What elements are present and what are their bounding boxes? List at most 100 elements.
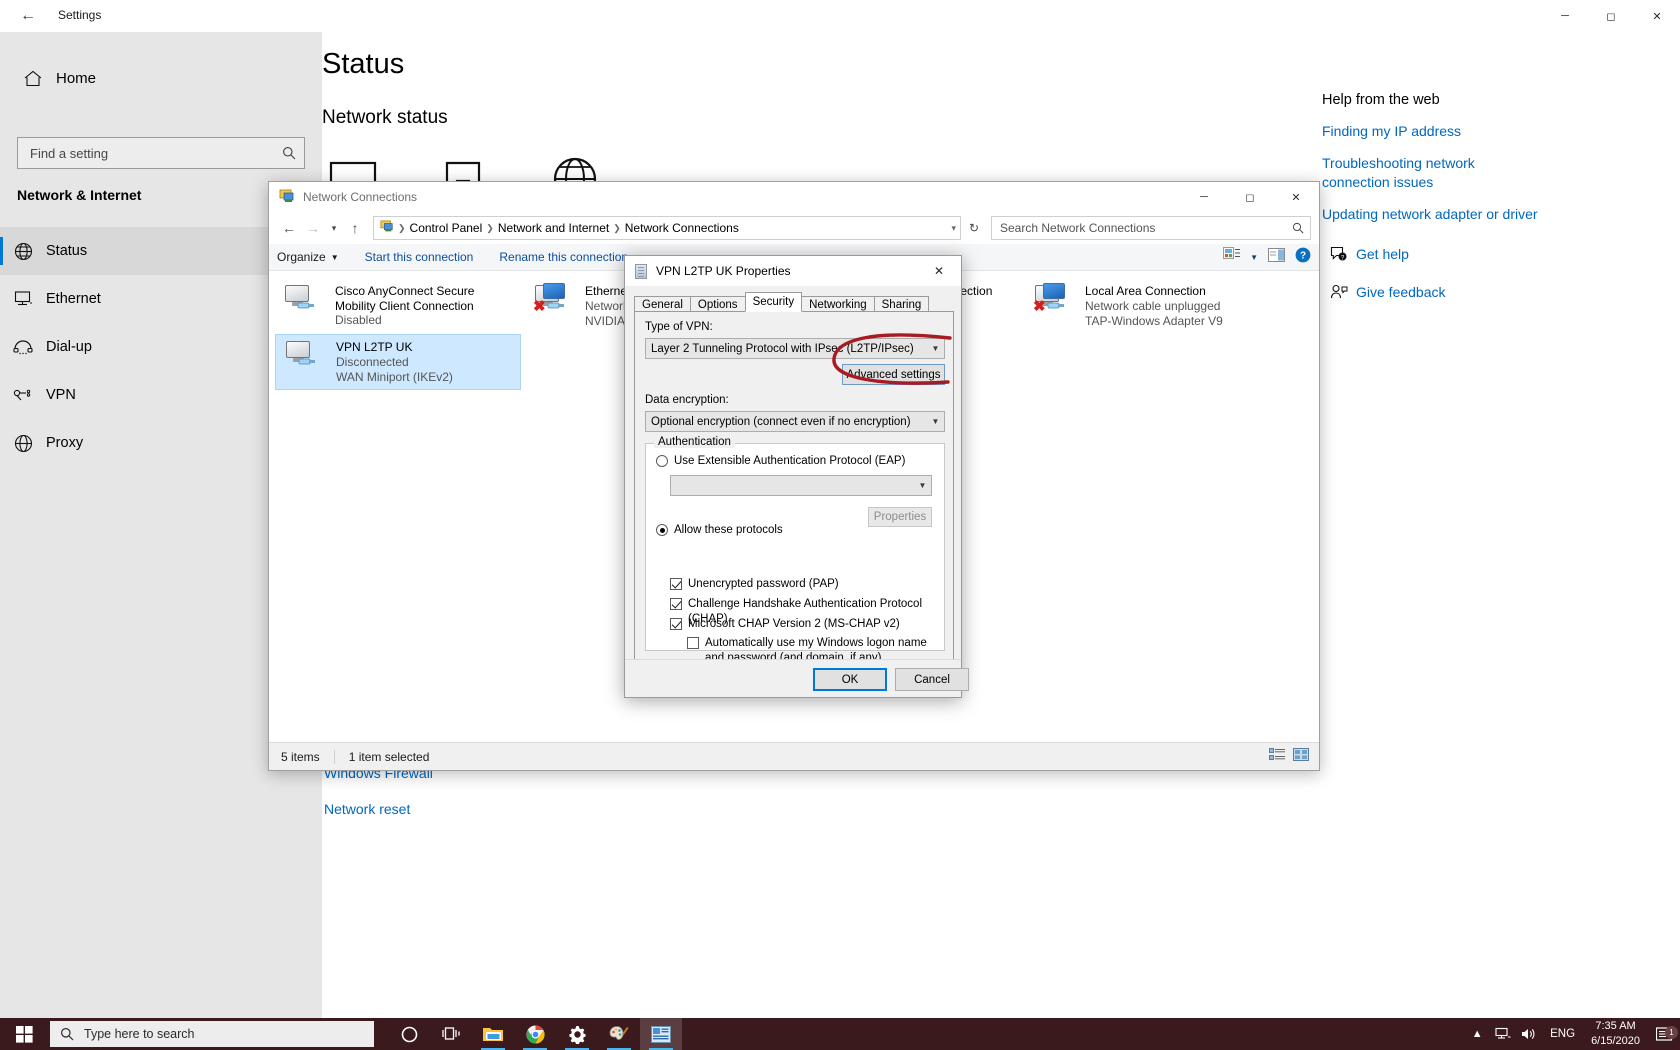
close-icon[interactable]: ✕ — [917, 256, 961, 286]
paint-icon[interactable] — [598, 1018, 640, 1050]
mschapv2-label: Microsoft CHAP Version 2 (MS-CHAP v2) — [688, 618, 900, 630]
sidebar-item-home[interactable]: Home — [10, 58, 310, 98]
error-x-icon: ✖ — [1033, 298, 1046, 315]
refresh-icon[interactable]: ↻ — [961, 216, 987, 240]
mschapv2-checkbox-row[interactable]: Microsoft CHAP Version 2 (MS-CHAP v2) — [670, 617, 900, 632]
sidebar-section-title: Network & Internet — [17, 187, 142, 203]
breadcrumb-network-and-internet[interactable]: Network and Internet — [494, 221, 613, 235]
pap-checkbox-row[interactable]: Unencrypted password (PAP) — [670, 577, 839, 592]
allow-protocols-radio-row[interactable]: Allow these protocols — [656, 523, 783, 538]
help-link-updating-adapter[interactable]: Updating network adapter or driver — [1322, 205, 1582, 224]
data-encryption-select[interactable]: Optional encryption (connect even if no … — [645, 411, 945, 432]
screen: ← Settings ─ ◻ ✕ Home Find a setting Net… — [0, 0, 1680, 1050]
google-chrome-icon[interactable] — [514, 1018, 556, 1050]
chap-checkbox[interactable] — [670, 598, 682, 610]
tab-sharing[interactable]: Sharing — [873, 296, 930, 312]
help-icon[interactable]: ? — [1295, 247, 1311, 268]
file-explorer-icon[interactable] — [472, 1018, 514, 1050]
minimize-icon[interactable]: ─ — [1542, 0, 1588, 32]
windows-start-icon[interactable] — [0, 1018, 48, 1050]
sidebar-item-label: Status — [46, 243, 88, 259]
change-view-icon[interactable] — [1223, 247, 1241, 267]
settings-gear-icon[interactable] — [556, 1018, 598, 1050]
breadcrumb-control-panel[interactable]: Control Panel — [406, 221, 487, 235]
action-center-icon[interactable]: 1 — [1648, 1025, 1680, 1042]
allow-protocols-label: Allow these protocols — [674, 524, 783, 536]
network-connections-icon[interactable] — [640, 1018, 682, 1050]
page-title: Status — [322, 48, 405, 80]
list-item[interactable]: ✖ Local Area Connection Network cable un… — [1025, 279, 1271, 335]
selection-count: 1 item selected — [348, 749, 430, 764]
help-link-finding-ip[interactable]: Finding my IP address — [1322, 122, 1582, 141]
pap-checkbox[interactable] — [670, 578, 682, 590]
give-feedback-row[interactable]: Give feedback — [1322, 284, 1582, 300]
connection-status: Disabled — [335, 313, 382, 328]
chevron-down-icon[interactable]: ▾ — [325, 216, 343, 240]
tab-security[interactable]: Security — [744, 292, 803, 312]
search-placeholder: Search Network Connections — [1000, 221, 1156, 235]
breadcrumb[interactable]: ❯ Control Panel ❯ Network and Internet ❯… — [373, 216, 961, 240]
ok-button[interactable]: OK — [813, 668, 887, 691]
eap-radio[interactable] — [656, 455, 668, 467]
start-connection-button[interactable]: Start this connection — [365, 250, 474, 264]
type-of-vpn-select[interactable]: Layer 2 Tunneling Protocol with IPsec (L… — [645, 338, 945, 359]
organize-menu-button[interactable]: Organize ▼ — [277, 250, 339, 264]
volume-icon[interactable] — [1516, 1027, 1542, 1041]
mschapv2-checkbox[interactable] — [670, 618, 682, 630]
error-x-icon: ✖ — [533, 298, 546, 315]
auto-logon-checkbox[interactable] — [687, 637, 699, 649]
search-input[interactable]: Search Network Connections — [991, 216, 1311, 240]
forward-arrow-icon[interactable]: → — [301, 216, 325, 240]
list-item[interactable]: Cisco AnyConnect Secure Mobility Client … — [275, 279, 521, 335]
network-icon[interactable] — [1490, 1027, 1516, 1041]
minimize-icon[interactable]: ─ — [1181, 182, 1227, 212]
search-input[interactable]: Find a setting — [17, 137, 305, 169]
ethernet-icon — [0, 290, 46, 308]
dialog-footer: OK Cancel — [625, 659, 969, 697]
breadcrumb-network-connections[interactable]: Network Connections — [621, 221, 743, 235]
close-icon[interactable]: ✕ — [1273, 182, 1319, 212]
up-arrow-icon[interactable]: ↑ — [343, 216, 367, 240]
large-icons-view-icon[interactable] — [1293, 747, 1309, 766]
type-of-vpn-label: Type of VPN: — [645, 321, 713, 333]
maximize-icon[interactable]: ◻ — [1227, 182, 1273, 212]
tab-options[interactable]: Options — [689, 296, 746, 312]
taskbar-search-placeholder: Type here to search — [84, 1027, 195, 1041]
list-item-selected[interactable]: VPN L2TP UK Disconnected WAN Miniport (I… — [275, 334, 521, 390]
connection-status: Disconnected — [336, 354, 409, 369]
help-link-troubleshooting[interactable]: Troubleshooting network connection issue… — [1322, 154, 1544, 192]
settings-link-network-reset[interactable]: Network reset — [324, 801, 410, 817]
close-icon[interactable]: ✕ — [1634, 0, 1680, 32]
allow-protocols-radio[interactable] — [656, 524, 668, 536]
chevron-up-icon[interactable]: ▲ — [1464, 1028, 1490, 1040]
rename-connection-button[interactable]: Rename this connection — [499, 250, 628, 264]
preview-pane-icon[interactable] — [1268, 247, 1285, 267]
task-view-icon[interactable] — [430, 1018, 472, 1050]
home-icon — [10, 70, 56, 87]
eap-method-select: ▼ — [670, 475, 932, 496]
advanced-settings-button[interactable]: Advanced settings — [842, 364, 945, 385]
breadcrumb-dropdown-icon[interactable]: ▾ — [951, 223, 956, 234]
eap-properties-button: Properties — [868, 507, 932, 527]
explorer-window-buttons: ─ ◻ ✕ — [1181, 182, 1319, 212]
get-help-icon: ? — [1322, 246, 1356, 262]
back-arrow-icon[interactable]: ← — [277, 216, 301, 240]
taskbar: Type here to search ▲ ENG 7:35 AM 6/15/2… — [0, 1018, 1680, 1050]
cancel-button[interactable]: Cancel — [895, 668, 969, 691]
language-indicator[interactable]: ENG — [1542, 1028, 1583, 1040]
cortana-icon[interactable] — [388, 1018, 430, 1050]
clock-time: 7:35 AM — [1595, 1020, 1636, 1033]
back-arrow-icon[interactable]: ← — [8, 3, 48, 29]
tab-general[interactable]: General — [634, 296, 691, 312]
connection-status: Network cable unplugged — [1085, 298, 1221, 313]
eap-radio-row[interactable]: Use Extensible Authentication Protocol (… — [656, 454, 905, 469]
chevron-down-icon[interactable]: ▼ — [1250, 253, 1258, 262]
breadcrumb-separator: ❯ — [613, 222, 621, 233]
get-help-row[interactable]: ? Get help — [1322, 246, 1582, 262]
tab-networking[interactable]: Networking — [801, 296, 875, 312]
clock[interactable]: 7:35 AM 6/15/2020 — [1583, 1019, 1648, 1048]
maximize-icon[interactable]: ◻ — [1588, 0, 1634, 32]
details-view-icon[interactable] — [1269, 747, 1285, 766]
breadcrumb-separator: ❯ — [398, 222, 406, 233]
taskbar-search-input[interactable]: Type here to search — [50, 1021, 374, 1047]
